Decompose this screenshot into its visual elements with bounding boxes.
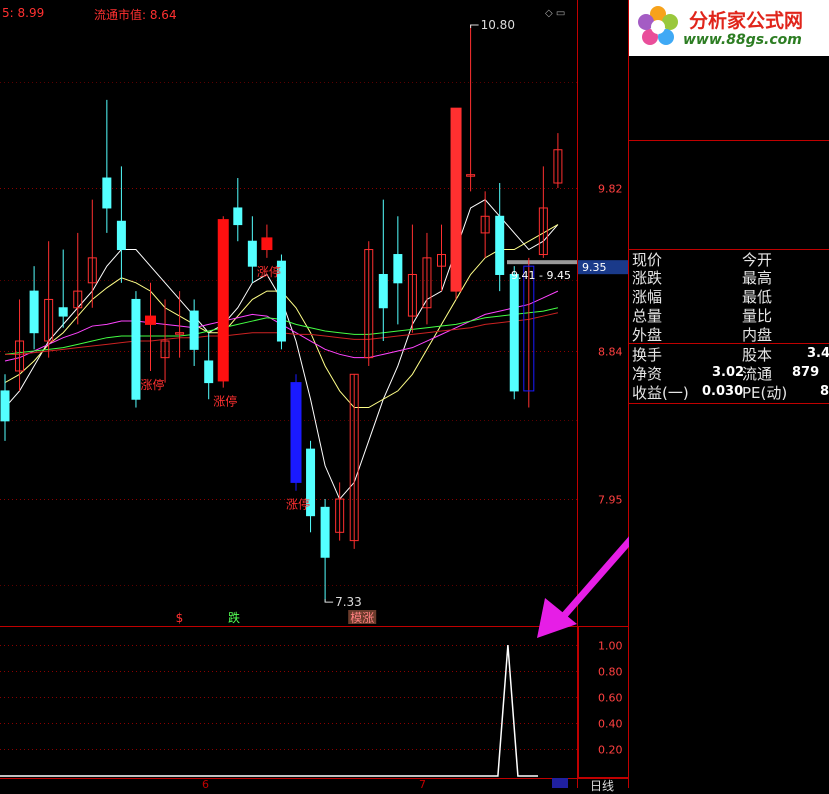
quote-row: 涨跌 最高 bbox=[632, 269, 773, 287]
stat-row: 净资 3.02 流通 879 bbox=[632, 365, 820, 383]
low-label: 7.33 bbox=[335, 595, 362, 609]
candlesticks bbox=[0, 25, 563, 603]
limit-up-label: 涨停 bbox=[286, 497, 310, 512]
indicator-signal-line bbox=[0, 644, 538, 777]
flower-logo-icon bbox=[638, 6, 678, 45]
float-cap-label: 流通市值: 8.64 bbox=[94, 8, 177, 22]
candle-body bbox=[102, 177, 112, 209]
candle-body bbox=[233, 207, 243, 226]
signal-label: 模涨 bbox=[350, 610, 374, 625]
stat-row: 收益(一) 0.030 PE(动) 8 bbox=[632, 384, 829, 402]
low-marker bbox=[324, 599, 334, 603]
candle-body bbox=[378, 273, 388, 309]
price-tick-label: 8.84 bbox=[598, 346, 623, 359]
indicator-panel: 1.00 0.80 0.60 0.40 0.20 bbox=[0, 640, 623, 777]
limit-up-label: 涨停 bbox=[257, 264, 281, 279]
candle-body bbox=[0, 390, 10, 422]
candle-body bbox=[509, 273, 519, 392]
candle-body bbox=[58, 307, 68, 317]
current-price-label: 9.35 bbox=[582, 261, 607, 274]
quote-row: 外盘 内盘 bbox=[632, 326, 773, 344]
month-label: 6 bbox=[202, 778, 209, 791]
candle-body bbox=[189, 310, 199, 350]
candle-body bbox=[247, 240, 257, 267]
indicator-tick-label: 0.60 bbox=[598, 692, 623, 705]
chart-mode-icons[interactable]: ◇ ▭ bbox=[545, 8, 565, 19]
candle-body bbox=[320, 506, 330, 558]
candle-body bbox=[495, 215, 505, 275]
candle-body bbox=[116, 220, 126, 251]
indicator-tick-label: 0.80 bbox=[598, 666, 623, 679]
candle-body bbox=[261, 237, 273, 251]
price-tick-label: 9.82 bbox=[598, 183, 623, 196]
limit-up-label: 涨停 bbox=[213, 394, 237, 409]
panel-divider-1 bbox=[629, 140, 829, 141]
candle-body bbox=[131, 298, 141, 400]
month-label: 7 bbox=[419, 778, 426, 791]
logo-banner: 分析家公式网 www.88gs.com bbox=[629, 0, 829, 56]
candle-body bbox=[290, 382, 302, 483]
candle-body bbox=[204, 360, 214, 384]
range-label: 9.41 - 9.45 bbox=[511, 269, 571, 282]
quote-row: 总量 量比 bbox=[632, 307, 773, 325]
stat-row: 换手 股本 3.4 bbox=[632, 346, 829, 364]
candle-body bbox=[217, 219, 229, 382]
header-left-label: 5: 8.99 bbox=[2, 6, 45, 20]
candle-body bbox=[450, 107, 462, 292]
signal-label: $ bbox=[176, 611, 184, 625]
scroll-marker[interactable] bbox=[552, 778, 568, 788]
indicator-tick-label: 0.40 bbox=[598, 718, 623, 731]
current-price-line bbox=[507, 260, 577, 265]
logo-url: www.88gs.com bbox=[683, 32, 802, 48]
candle-body bbox=[145, 315, 156, 325]
logo-name: 分析家公式网 bbox=[689, 10, 804, 32]
period-tab[interactable]: 日线 bbox=[590, 777, 614, 794]
price-tick-label: 7.95 bbox=[598, 494, 623, 507]
panel-divider-4 bbox=[629, 403, 829, 404]
candle-body bbox=[393, 254, 403, 284]
quote-row: 涨幅 最低 bbox=[632, 288, 773, 306]
signal-label: 跌 bbox=[228, 610, 240, 625]
limit-up-label: 涨停 bbox=[141, 377, 165, 392]
indicator-tick-label: 0.20 bbox=[598, 744, 623, 757]
high-label: 10.80 bbox=[481, 18, 515, 32]
candle-body bbox=[29, 290, 39, 334]
indicator-tick-label: 1.00 bbox=[598, 640, 623, 653]
high-marker bbox=[470, 24, 479, 28]
